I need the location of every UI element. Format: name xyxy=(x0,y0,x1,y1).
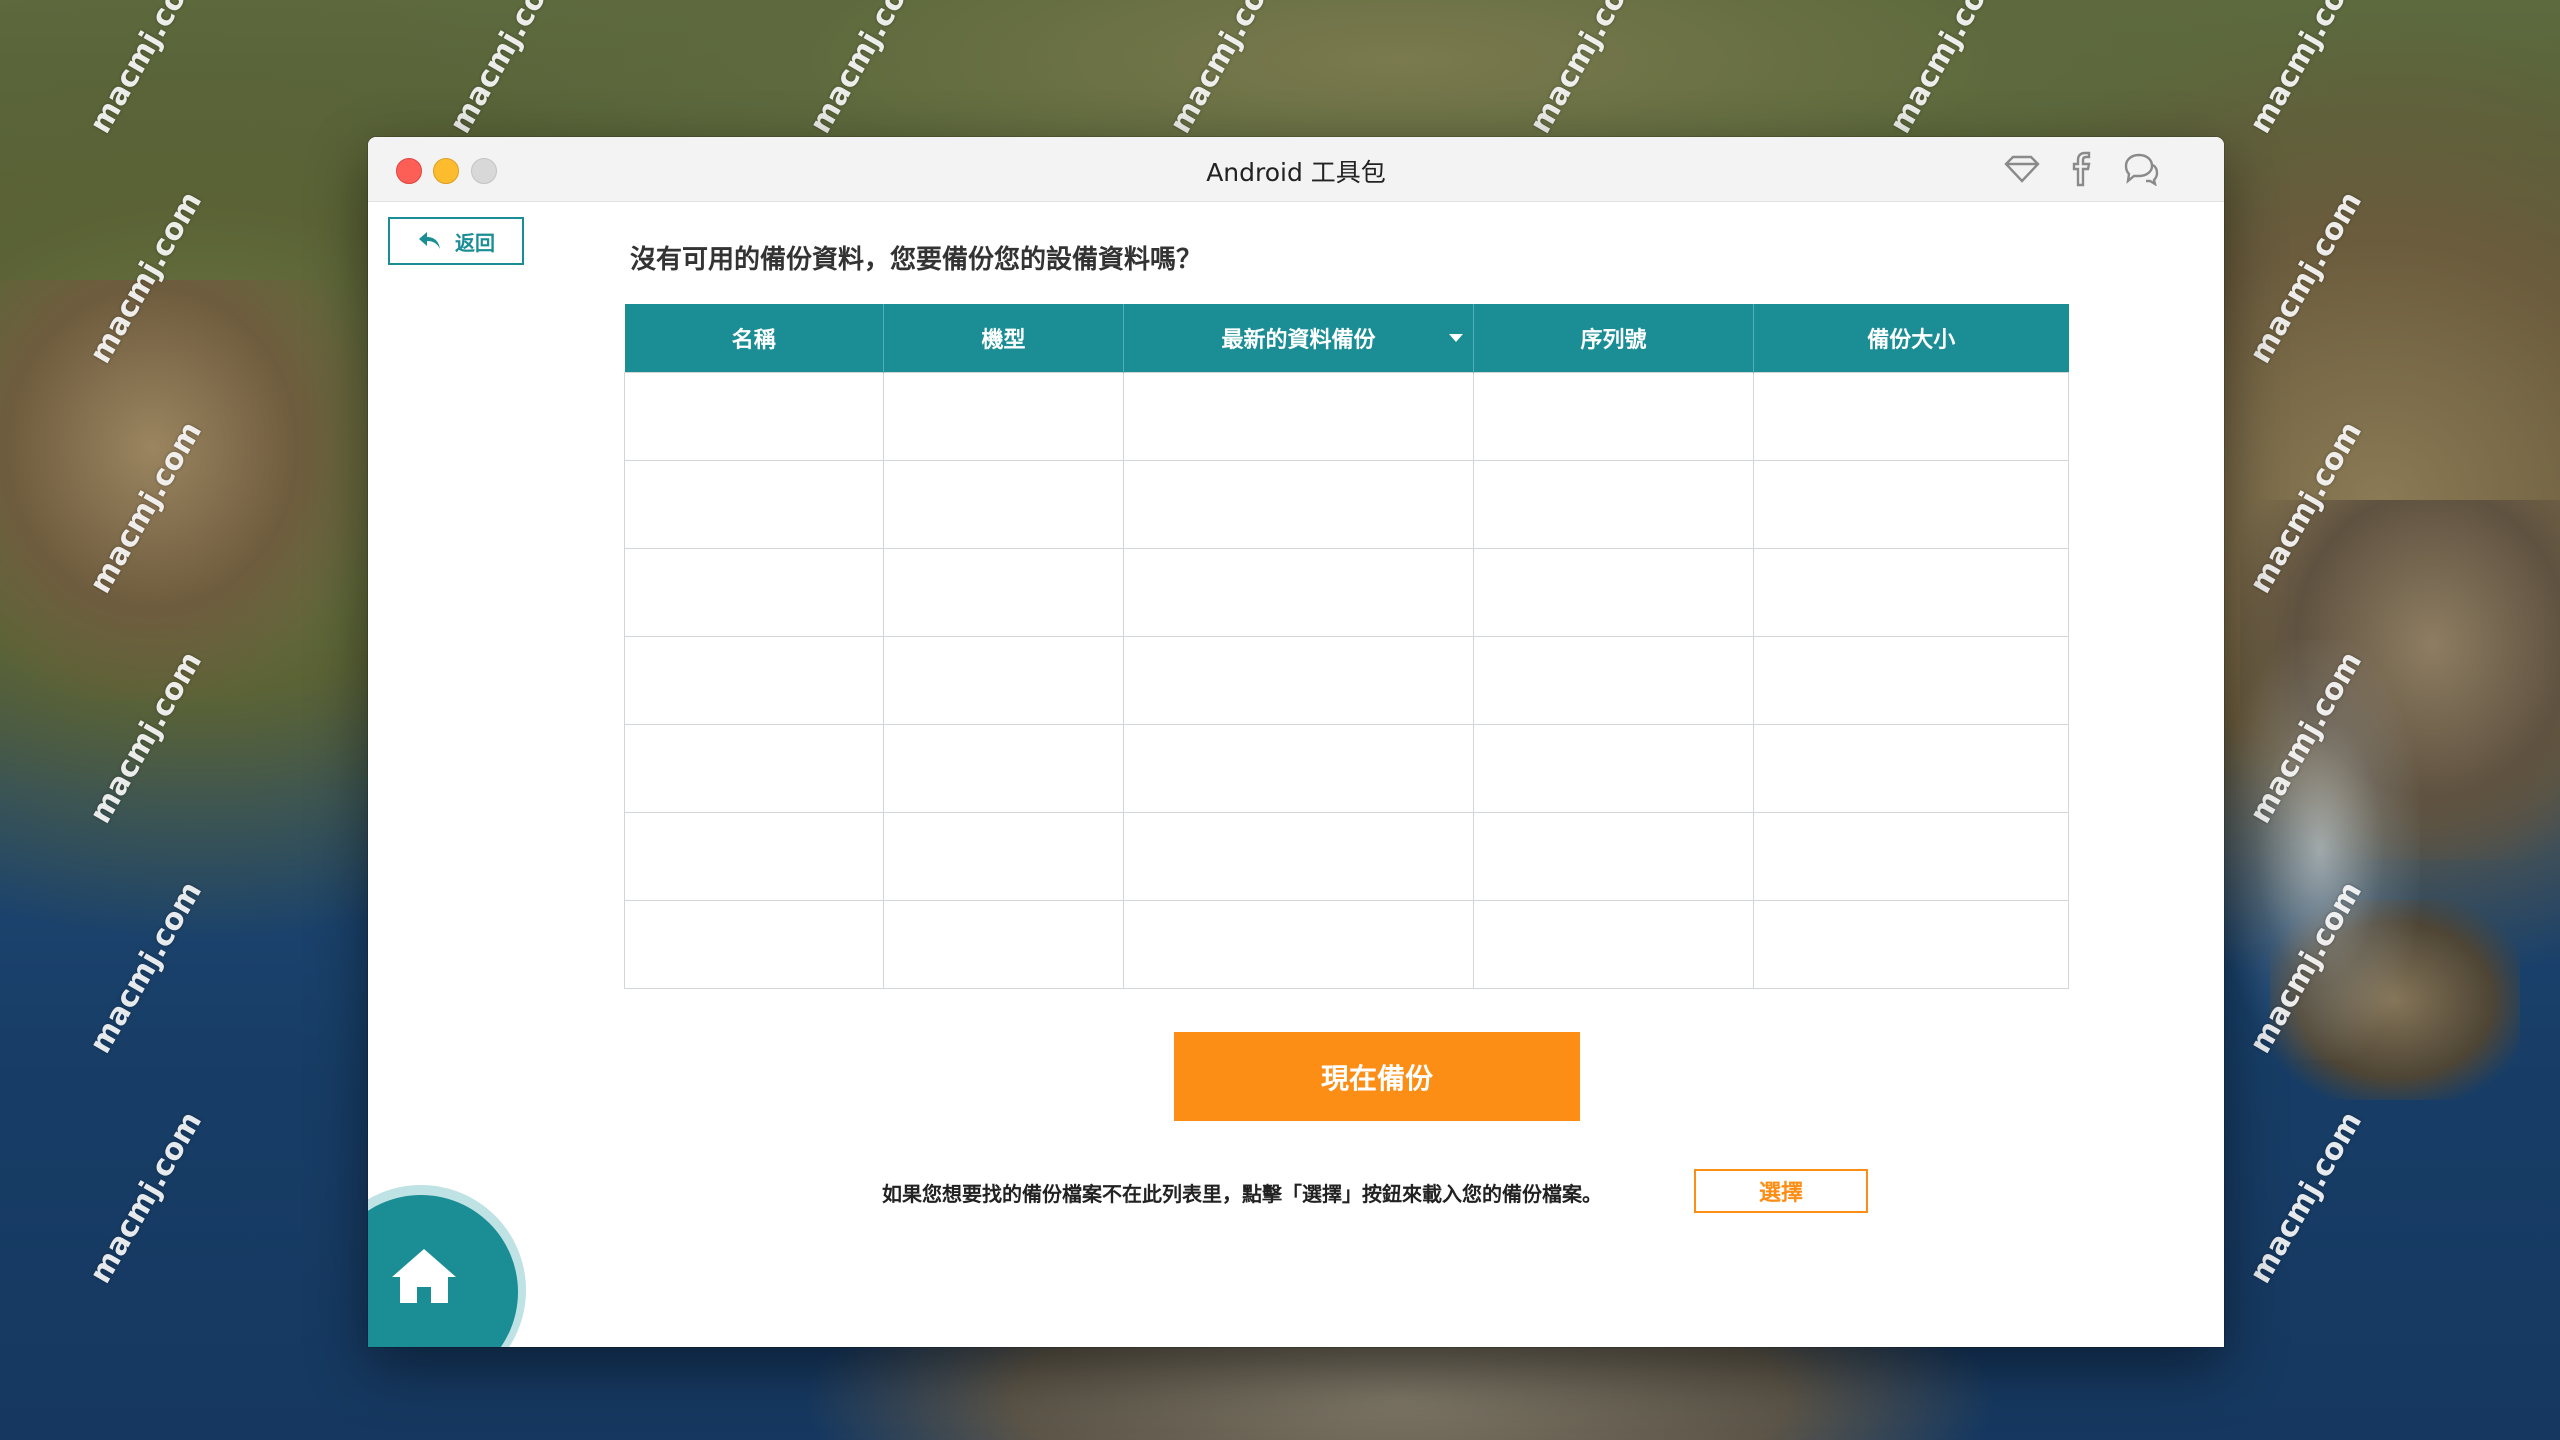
table-cell xyxy=(883,372,1124,461)
table-cell xyxy=(1123,372,1474,461)
watermark: macmj.com xyxy=(2242,1105,2370,1290)
watermark: macmj.com xyxy=(1882,0,2010,140)
table-cell xyxy=(883,548,1124,637)
column-header-latest-backup[interactable]: 最新的資料備份 xyxy=(1123,304,1474,373)
table-cell xyxy=(883,460,1124,549)
table-cell xyxy=(1753,724,2069,813)
chat-icon[interactable] xyxy=(2120,151,2160,187)
no-backup-prompt: 沒有可用的備份資料，您要備份您的設備資料嗎？ xyxy=(630,245,1203,275)
table-cell xyxy=(624,812,884,901)
back-button-label: 返回 xyxy=(455,230,495,255)
back-arrow-icon xyxy=(419,232,440,249)
table-cell xyxy=(1473,812,1754,901)
table-cell xyxy=(1123,460,1474,549)
sort-descending-icon xyxy=(1449,334,1463,342)
backup-now-button[interactable]: 現在備份 xyxy=(1174,1032,1580,1121)
table-cell xyxy=(624,900,884,989)
column-header-serial[interactable]: 序列號 xyxy=(1473,304,1754,373)
table-row xyxy=(624,372,2069,461)
watermark: macmj.com xyxy=(82,875,210,1060)
watermark: macmj.com xyxy=(82,1105,210,1290)
column-header-name[interactable]: 名稱 xyxy=(624,304,884,373)
watermark: macmj.com xyxy=(1162,0,1290,140)
table-cell xyxy=(1753,372,2069,461)
table-cell xyxy=(624,724,884,813)
title-bar: Android 工具包 xyxy=(368,137,2224,202)
table-cell xyxy=(1473,636,1754,725)
table-row xyxy=(624,548,2069,637)
watermark: macmj.com xyxy=(82,0,210,140)
table-cell xyxy=(1123,724,1474,813)
table-cell xyxy=(1123,548,1474,637)
table-cell xyxy=(624,372,884,461)
table-cell xyxy=(1473,372,1754,461)
backup-list-table: 名稱 機型 最新的資料備份 序列號 備份大小 xyxy=(624,304,2069,989)
table-cell xyxy=(1473,548,1754,637)
table-cell xyxy=(1123,636,1474,725)
table-cell xyxy=(624,460,884,549)
watermark: macmj.com xyxy=(1522,0,1650,140)
table-row xyxy=(624,724,2069,813)
table-row xyxy=(624,636,2069,725)
table-row xyxy=(624,812,2069,901)
table-cell xyxy=(883,636,1124,725)
table-cell xyxy=(624,636,884,725)
back-button[interactable]: 返回 xyxy=(388,217,524,265)
android-toolkit-window: Android 工具包 返回 沒有可用的備份資料，您要備份您的設備資料嗎？ 名稱… xyxy=(368,137,2224,1347)
desktop-wallpaper: macmj.com macmj.com macmj.com macmj.com … xyxy=(0,0,2560,1440)
table-cell xyxy=(624,548,884,637)
diamond-icon[interactable] xyxy=(2002,151,2042,187)
table-cell xyxy=(883,812,1124,901)
facebook-icon[interactable] xyxy=(2060,151,2100,187)
table-row xyxy=(624,900,2069,989)
table-cell xyxy=(883,724,1124,813)
column-header-size[interactable]: 備份大小 xyxy=(1753,304,2069,373)
table-cell xyxy=(1753,900,2069,989)
home-icon xyxy=(392,1249,456,1303)
watermark: macmj.com xyxy=(802,0,930,140)
table-header-row: 名稱 機型 最新的資料備份 序列號 備份大小 xyxy=(624,304,2069,373)
table-cell xyxy=(1753,548,2069,637)
table-cell xyxy=(883,900,1124,989)
table-cell xyxy=(1123,812,1474,901)
table-cell xyxy=(1473,724,1754,813)
table-cell xyxy=(1753,636,2069,725)
load-backup-hint: 如果您想要找的備份檔案不在此列表里，點擊「選擇」按鈕來載入您的備份檔案。 xyxy=(882,1182,1602,1206)
table-cell xyxy=(1123,900,1474,989)
column-header-model[interactable]: 機型 xyxy=(883,304,1124,373)
watermark: macmj.com xyxy=(442,0,570,140)
column-header-latest-backup-label: 最新的資料備份 xyxy=(1221,328,1376,353)
select-backup-button[interactable]: 選擇 xyxy=(1694,1169,1868,1213)
window-title: Android 工具包 xyxy=(1206,158,1386,187)
table-row xyxy=(624,460,2069,549)
table-cell xyxy=(1753,460,2069,549)
table-cell xyxy=(1753,812,2069,901)
watermark: macmj.com xyxy=(2242,185,2370,370)
table-cell xyxy=(1473,460,1754,549)
table-cell xyxy=(1473,900,1754,989)
wallpaper-cliff-left xyxy=(0,280,380,700)
watermark: macmj.com xyxy=(2242,0,2370,140)
